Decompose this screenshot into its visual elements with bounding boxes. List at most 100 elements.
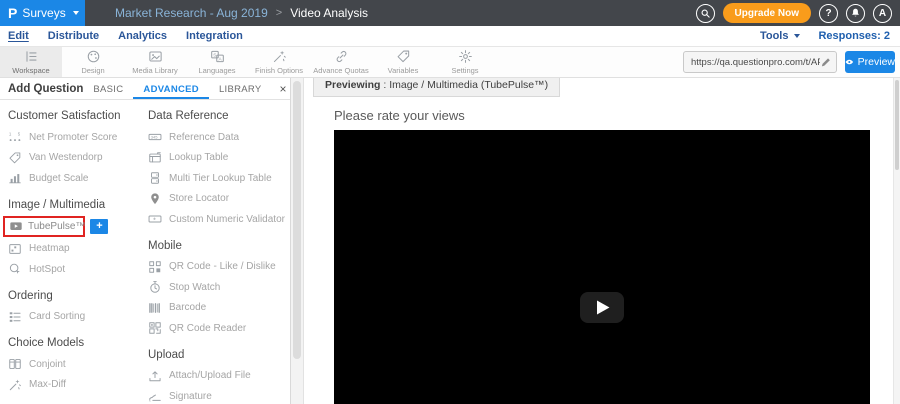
question-type-label: Reference Data <box>169 132 239 143</box>
question-type-reference-data[interactable]: 345 Reference Data <box>148 127 290 148</box>
question-type-attach-upload-file[interactable]: Attach/Upload File <box>148 366 290 387</box>
question-type-store-locator[interactable]: Store Locator <box>148 189 290 210</box>
video-player[interactable] <box>334 130 870 404</box>
menu-edit[interactable]: Edit <box>8 30 29 42</box>
question-type-conjoint[interactable]: Conjoint <box>8 354 148 375</box>
search-button[interactable] <box>696 4 715 23</box>
toolbar-media-library[interactable]: Media Library <box>124 47 186 77</box>
breadcrumb-survey-name[interactable]: Market Research - Aug 2019 <box>115 6 268 20</box>
top-header: P Surveys Market Research - Aug 2019 > V… <box>0 0 900 26</box>
close-panel-button[interactable]: × <box>272 82 289 96</box>
question-type-heatmap[interactable]: Heatmap <box>8 239 148 260</box>
wand-icon <box>272 49 287 64</box>
caret-down-icon <box>73 11 79 15</box>
panel-scrollbar[interactable] <box>291 78 304 404</box>
responses-link[interactable]: Responses: 2 <box>818 30 890 42</box>
nps-icon: 15 <box>8 130 22 144</box>
question-type-barcode[interactable]: Barcode <box>148 298 290 319</box>
toolbar-settings[interactable]: Settings <box>434 47 496 77</box>
caret-down-icon <box>794 34 800 38</box>
question-type-label: Lookup Table <box>169 152 228 163</box>
menu-integration[interactable]: Integration <box>186 30 243 42</box>
toolbar-label: Variables <box>388 66 419 75</box>
question-column-2: Data Reference 345 Reference Data Lookup Ta… <box>148 101 290 404</box>
notifications-button[interactable] <box>846 4 865 23</box>
svg-text:345: 345 <box>151 135 158 140</box>
hotspot-icon <box>8 262 22 276</box>
previewing-banner-prefix: Previewing <box>325 79 380 91</box>
question-type-stop-watch[interactable]: Stop Watch <box>148 277 290 298</box>
toolbar-finish-options[interactable]: Finish Options <box>248 47 310 77</box>
edit-url-icon[interactable] <box>820 56 832 68</box>
section-title: Choice Models <box>8 337 148 349</box>
tools-menu[interactable]: Tools <box>760 30 801 42</box>
breadcrumb-separator-icon: > <box>276 7 282 19</box>
question-type-label: HotSpot <box>29 264 65 275</box>
tag-icon <box>396 49 411 64</box>
search-icon <box>700 8 711 19</box>
preview-label: Preview <box>858 56 895 68</box>
help-button[interactable]: ? <box>819 4 838 23</box>
section-title: Customer Satisfaction <box>8 110 148 122</box>
page-scrollbar-thumb[interactable] <box>895 80 899 170</box>
question-type-tubepulse[interactable]: TubePulse™+ <box>3 216 85 237</box>
question-type-custom-numeric-validator[interactable]: *Custom Numeric Validator <box>148 209 290 230</box>
question-type-qr-code-reader[interactable]: QR Code Reader <box>148 318 290 339</box>
questionpro-logo: P <box>8 6 17 20</box>
section-mobile: Mobile QR Code - Like / Dislike Stop Watch… <box>148 240 290 339</box>
workspace-icon <box>24 49 39 64</box>
question-type-net-promoter-score[interactable]: 15Net Promoter Score <box>8 127 148 148</box>
svg-text:*: * <box>153 218 156 225</box>
question-type-label: QR Code Reader <box>169 323 246 334</box>
toolbar-design[interactable]: Design <box>62 47 124 77</box>
add-tubepulse-button[interactable]: + <box>90 219 108 234</box>
question-type-max-diff[interactable]: Max-Diff <box>8 375 148 396</box>
toolbar-languages[interactable]: SALanguages <box>186 47 248 77</box>
section-title: Image / Multimedia <box>8 199 148 211</box>
question-type-label: Max-Diff <box>29 379 66 390</box>
question-type-label: QR Code - Like / Dislike <box>169 261 276 272</box>
upload-icon <box>148 369 162 383</box>
svg-text:1: 1 <box>9 132 12 137</box>
upgrade-now-button[interactable]: Upgrade Now <box>723 3 811 23</box>
menu-distribute[interactable]: Distribute <box>48 30 99 42</box>
account-button[interactable]: A <box>873 4 892 23</box>
toolbar-advance-quotas[interactable]: Advance Quotas <box>310 47 372 77</box>
gear-icon <box>458 49 473 64</box>
preview-button[interactable]: Preview <box>845 51 895 73</box>
tab-basic[interactable]: BASIC <box>83 78 133 99</box>
survey-url-input[interactable] <box>691 57 820 68</box>
page-scrollbar[interactable] <box>893 78 900 404</box>
question-type-qr-code-like-dislike[interactable]: QR Code - Like / Dislike <box>148 257 290 278</box>
video-icon <box>9 219 23 233</box>
question-type-signature[interactable]: xSignature <box>148 386 290 404</box>
section-title: Mobile <box>148 240 290 252</box>
menu-analytics[interactable]: Analytics <box>118 30 167 42</box>
toolbar-variables[interactable]: Variables <box>372 47 434 77</box>
panel-scrollbar-thumb[interactable] <box>293 81 301 359</box>
tab-library[interactable]: LIBRARY <box>209 78 272 99</box>
question-type-lookup-table[interactable]: Lookup Table <box>148 148 290 169</box>
question-type-label: Heatmap <box>29 243 70 254</box>
chain-icon <box>334 49 349 64</box>
tab-advanced[interactable]: ADVANCED <box>133 78 209 99</box>
section-image-multimedia: Image / MultimediaTubePulse™+HeatmapHotS… <box>8 199 148 280</box>
tag-icon <box>8 151 22 165</box>
toolbar-workspace[interactable]: Workspace <box>0 47 62 77</box>
section-choice-models: Choice Models Conjoint Max-Diff <box>8 337 148 395</box>
svg-text:A: A <box>218 56 222 61</box>
question-type-hotspot[interactable]: HotSpot <box>8 259 148 280</box>
menu-items: Edit Distribute Analytics Integration <box>8 30 262 42</box>
toolbar-label: Media Library <box>132 66 177 75</box>
brand-area[interactable]: P Surveys <box>0 0 85 26</box>
question-type-card-sorting[interactable]: Card Sorting <box>8 307 148 328</box>
breadcrumb-page-name: Video Analysis <box>290 6 368 20</box>
question-type-label: Budget Scale <box>29 173 89 184</box>
question-type-van-westendorp[interactable]: Van Westendorp <box>8 148 148 169</box>
section-upload: UploadAttach/Upload FilexSignature <box>148 349 290 404</box>
add-question-header: Add Question BASICADVANCEDLIBRARY × <box>0 78 290 100</box>
play-button[interactable] <box>580 292 624 323</box>
question-type-multi-tier-lookup-table[interactable]: Multi Tier Lookup Table <box>148 168 290 189</box>
section-title: Data Reference <box>148 110 290 122</box>
question-type-budget-scale[interactable]: Budget Scale <box>8 168 148 189</box>
